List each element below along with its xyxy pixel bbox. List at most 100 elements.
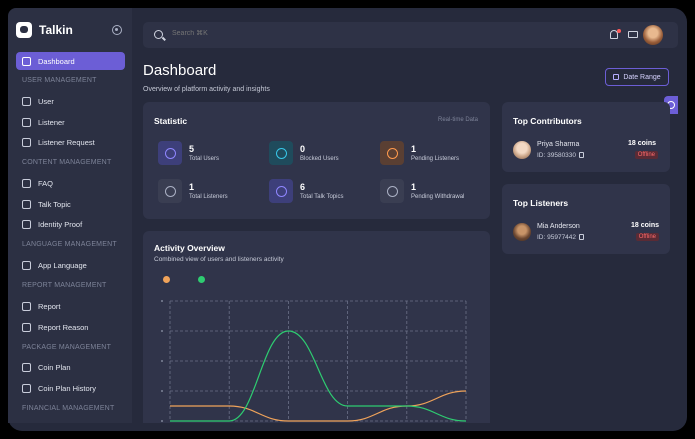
stat-value: 1 — [189, 182, 195, 192]
stat-value: 0 — [300, 144, 306, 154]
sidebar-item-report[interactable]: Report — [16, 297, 125, 315]
section-language-management: LANGUAGE MANAGEMENT — [22, 241, 117, 248]
sidebar-item-label: App Language — [38, 260, 87, 270]
brand: Talkin — [16, 22, 73, 38]
chat-icon — [269, 179, 293, 203]
history-icon — [22, 383, 31, 393]
avatar[interactable] — [643, 25, 663, 45]
avatar — [513, 141, 531, 159]
notification-dot — [617, 29, 621, 33]
contributor-coins: 18 coins — [627, 140, 656, 147]
stat-label: Total Talk Topics — [300, 194, 344, 200]
series-line-green — [169, 330, 467, 422]
listener-id: ID: 95977442 — [537, 234, 585, 241]
sidebar: Talkin Dashboard USER MANAGEMENT User Li… — [8, 8, 132, 423]
stat-value: 1 — [411, 182, 417, 192]
sidebar-item-coin-plan-history[interactable]: Coin Plan History — [16, 379, 125, 397]
sidebar-item-coin-plan[interactable]: Coin Plan — [16, 358, 125, 376]
listener-icon — [22, 117, 31, 127]
id-card-icon — [22, 219, 31, 229]
stat-label: Total Listeners — [189, 194, 228, 200]
activity-subtitle: Combined view of users and listeners act… — [154, 256, 284, 263]
contributor-name: Priya Sharma — [537, 141, 580, 148]
stat-pending-withdrawal: 1 Pending Withdrawal — [380, 179, 464, 203]
stat-label: Pending Withdrawal — [411, 194, 465, 200]
sidebar-item-label: Identity Proof — [38, 219, 83, 229]
top-listeners-card: Top Listeners Mia Anderson ID: 95977442 … — [502, 184, 670, 254]
top-contributors-card: Top Contributors Priya Sharma ID: 395803… — [502, 102, 670, 172]
stat-label: Blocked Users — [300, 156, 339, 162]
sidebar-item-label: Listener Request — [38, 137, 95, 147]
date-range-button[interactable]: Date Range — [605, 68, 669, 86]
section-user-management: USER MANAGEMENT — [22, 77, 97, 84]
sidebar-item-user[interactable]: User — [16, 92, 125, 110]
request-icon — [22, 137, 31, 147]
copy-icon[interactable] — [579, 234, 585, 240]
page-title: Dashboard — [143, 62, 217, 79]
realtime-label: Real-time Data — [438, 117, 479, 123]
contributor-id-text: ID: 39580330 — [537, 152, 577, 159]
sidebar-item-identity-proof[interactable]: Identity Proof — [16, 215, 125, 233]
sidebar-item-listener[interactable]: Listener — [16, 113, 125, 131]
date-range-label: Date Range — [623, 73, 661, 81]
series-line-orange — [170, 390, 467, 422]
search-icon — [154, 30, 163, 39]
stat-total-talk-topics: 6 Total Talk Topics — [269, 179, 343, 203]
chat-icon — [22, 199, 31, 209]
warning-icon — [380, 141, 404, 165]
sidebar-item-label: Coin Plan — [38, 362, 71, 372]
listener-icon — [158, 179, 182, 203]
sidebar-item-report-reason[interactable]: Report Reason — [16, 318, 125, 336]
stat-value: 6 — [300, 182, 306, 192]
status-badge: Offline — [635, 233, 659, 241]
legend-dot-orange[interactable] — [163, 276, 170, 283]
sidebar-item-faq[interactable]: FAQ — [16, 174, 125, 192]
section-report-management: REPORT MANAGEMENT — [22, 282, 107, 289]
stat-total-users: 5 Total Users — [158, 141, 219, 165]
top-contributors-title: Top Contributors — [513, 116, 582, 126]
sidebar-item-label: Coin Plan History — [38, 383, 96, 393]
clock-icon — [380, 179, 404, 203]
sidebar-toggle-icon[interactable] — [112, 25, 122, 35]
sidebar-item-dashboard[interactable]: Dashboard — [16, 52, 125, 70]
sidebar-item-listener-request[interactable]: Listener Request — [16, 133, 125, 151]
sidebar-item-label: Listener — [38, 117, 65, 127]
language-icon — [22, 260, 31, 270]
top-listeners-title: Top Listeners — [513, 198, 569, 208]
stat-total-listeners: 1 Total Listeners — [158, 179, 228, 203]
section-package-management: PACKAGE MANAGEMENT — [22, 344, 112, 351]
y-tick-mark — [161, 330, 163, 332]
sidebar-item-app-language[interactable]: App Language — [16, 256, 125, 274]
activity-title: Activity Overview — [154, 243, 225, 253]
statistic-card: Statistic Real-time Data 5 Total Users 0… — [143, 102, 490, 219]
legend-dot-green[interactable] — [198, 276, 205, 283]
user-icon — [22, 96, 31, 106]
brand-name: Talkin — [39, 23, 73, 37]
talkin-logo-icon — [16, 22, 32, 38]
search-input[interactable] — [172, 30, 372, 37]
stat-value: 5 — [189, 144, 195, 154]
section-content-management: CONTENT MANAGEMENT — [22, 159, 112, 166]
monitor-icon[interactable] — [628, 31, 638, 38]
sidebar-item-label: Talk Topic — [38, 199, 71, 209]
sidebar-item-label: User — [38, 96, 54, 106]
stat-label: Pending Listeners — [411, 156, 460, 162]
sidebar-item-label: Dashboard — [38, 56, 75, 66]
blocked-icon — [269, 141, 293, 165]
sidebar-item-label: FAQ — [38, 178, 54, 188]
y-tick-mark — [161, 360, 163, 362]
coin-icon — [22, 362, 31, 372]
copy-icon[interactable] — [579, 152, 585, 158]
faq-icon — [22, 178, 31, 188]
report-icon — [22, 301, 31, 311]
stat-value: 1 — [411, 144, 417, 154]
calendar-icon — [613, 74, 620, 80]
sidebar-item-label: Report — [38, 301, 61, 311]
listener-name: Mia Anderson — [537, 223, 580, 230]
list-icon — [22, 322, 31, 332]
sidebar-item-talk-topic[interactable]: Talk Topic — [16, 195, 125, 213]
statistic-title: Statistic — [154, 116, 188, 126]
avatar — [513, 223, 531, 241]
sidebar-item-label: Report Reason — [38, 322, 89, 332]
contributor-id: ID: 39580330 — [537, 152, 585, 159]
